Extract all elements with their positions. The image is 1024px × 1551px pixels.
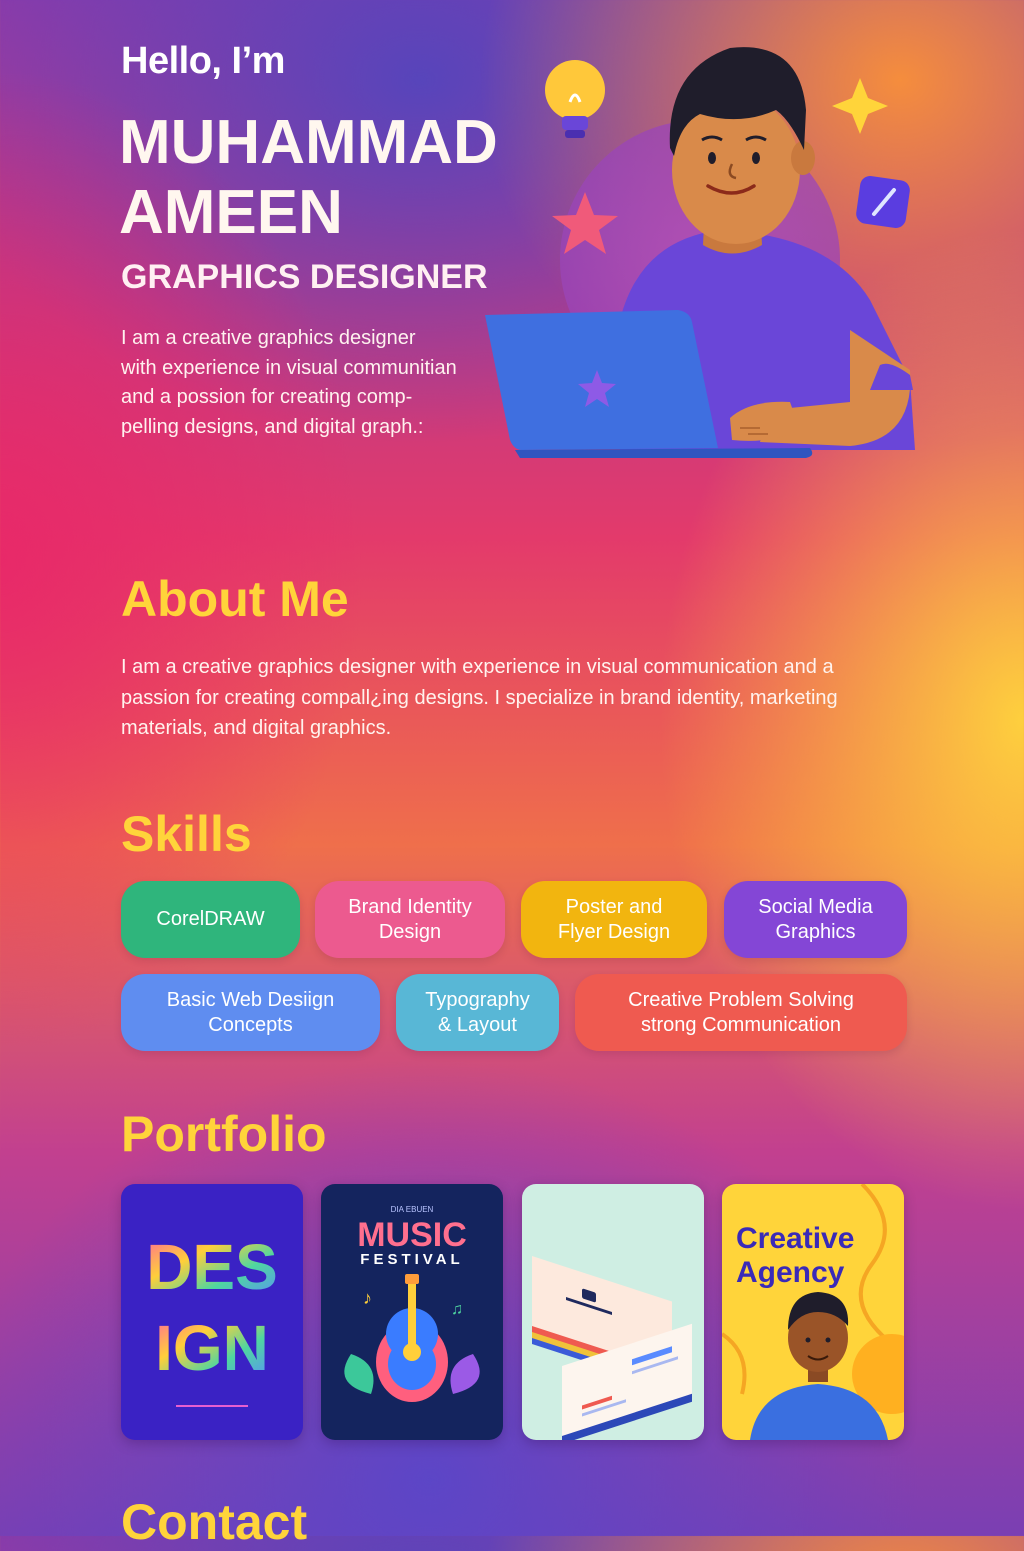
skill-tag-problem-solving[interactable]: Creative Problem Solving strong Communic… <box>575 974 907 1051</box>
skill-tag-typography[interactable]: Typography & Layout <box>396 974 559 1051</box>
skill-tag-web-design[interactable]: Basic Web Desiign Concepts <box>121 974 380 1051</box>
skill-tag-social-media[interactable]: Social Media Graphics <box>724 881 907 958</box>
portfolio-card-design[interactable]: DES IGN <box>121 1184 303 1440</box>
poster-small-text: DIA EBUEN <box>391 1205 434 1214</box>
business-cards-artwork <box>532 1256 692 1440</box>
poster-title: MUSIC <box>357 1216 467 1254</box>
music-note-icon: ♪ <box>363 1288 372 1308</box>
skill-tag-coreldraw[interactable]: CorelDRAW <box>121 881 300 958</box>
skill-tag-label: Graphics <box>775 920 856 943</box>
hero-intro-line: and a possion for creating comp- <box>121 386 413 408</box>
skills-title: Skills <box>121 806 252 862</box>
skill-tag-label: Social Media <box>758 895 873 918</box>
about-title: About Me <box>121 571 349 627</box>
skill-tag-label: Creative Problem Solving <box>628 988 854 1011</box>
skill-tag-label: Flyer Design <box>557 920 671 943</box>
about-line: I am a creative graphics designer with e… <box>121 656 834 678</box>
skill-tag-brand-identity[interactable]: Brand Identity Design <box>315 881 505 958</box>
portfolio-card-creative-agency[interactable]: Creative Agency <box>722 1184 904 1440</box>
hero-intro: I am a creative graphics designer with e… <box>121 324 481 442</box>
portfolio-title: Portfolio <box>121 1106 327 1162</box>
skill-tag-label: & Layout <box>438 1013 517 1036</box>
design-tool-icon <box>856 176 910 228</box>
contact-title: Contact <box>121 1494 308 1550</box>
skill-tag-label: Basic Web Desiign <box>166 988 335 1011</box>
design-text-top: DES <box>146 1231 278 1303</box>
design-text-bottom: IGN <box>155 1312 269 1384</box>
poster-subtitle: FESTIVAL <box>360 1251 463 1268</box>
creative-agency-artwork: Creative Agency <box>722 1184 904 1440</box>
hero-intro-line: with experience in visual communitian <box>121 356 457 379</box>
sparkle-icon <box>832 78 888 134</box>
hero-illustration <box>485 47 915 458</box>
portfolio-card-music-festival[interactable]: DIA EBUEN MUSIC FESTIVAL ♪ ♫ <box>321 1184 503 1440</box>
lightbulb-icon <box>545 60 605 138</box>
skill-tag-poster-flyer[interactable]: Poster and Flyer Design <box>521 881 707 958</box>
agency-title-line2: Agency <box>736 1256 845 1289</box>
skill-tag-label: strong Communication <box>640 1013 842 1036</box>
music-poster-artwork: DIA EBUEN MUSIC FESTIVAL ♪ ♫ <box>344 1205 480 1402</box>
music-note-icon: ♫ <box>451 1301 463 1318</box>
skill-tag-label: CorelDRAW <box>156 908 265 930</box>
skill-tag-label: Brand Identity <box>348 895 472 918</box>
about-line: materials, and digital graphics. <box>121 717 392 739</box>
about-text: I am a creative graphics designer with e… <box>121 652 901 744</box>
agency-title-line1: Creative <box>736 1222 854 1255</box>
hero-greeting: Hello, I’m <box>121 40 285 82</box>
skill-tag-label: Poster and <box>565 895 663 918</box>
design-artwork: DES IGN <box>146 1231 278 1407</box>
portfolio-card-business-cards[interactable] <box>522 1184 704 1440</box>
skill-tag-label: Design <box>378 920 442 943</box>
about-line: passion for creating compall¿ing designs… <box>121 686 838 709</box>
hero-intro-line: I am a creative graphics designer <box>121 327 416 349</box>
hero-intro-line: pelling designs, and digital graph.: <box>121 415 424 438</box>
skill-tag-label: Typography <box>425 988 530 1011</box>
skill-tag-label: Concepts <box>208 1013 293 1036</box>
hero-role: GRAPHICS DESIGNER <box>121 258 488 296</box>
